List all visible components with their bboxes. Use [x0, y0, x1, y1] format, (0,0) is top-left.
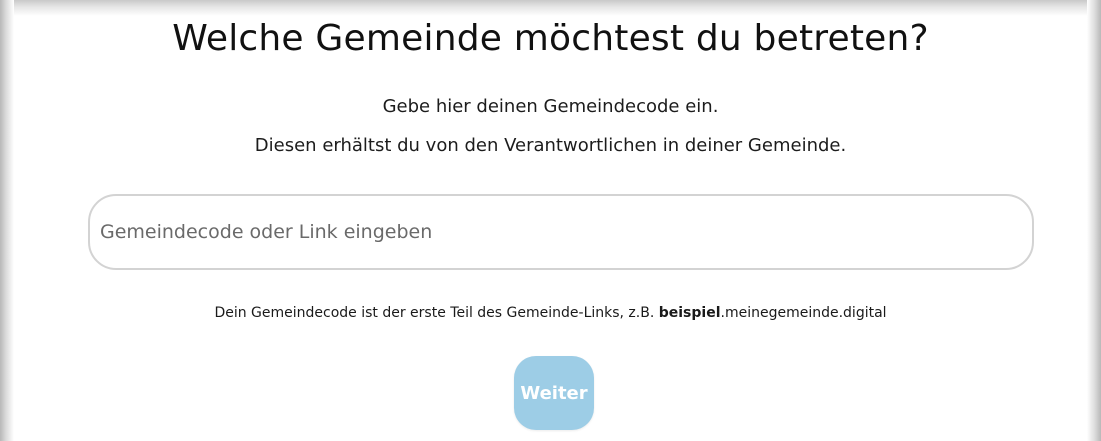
frame-shadow-top	[0, 0, 1101, 16]
code-hint-example-domain: .meinegemeinde.digital	[720, 305, 887, 321]
intro-line-2: Diesen erhältst du von den Verantwortlic…	[254, 135, 847, 156]
frame-shadow-right	[1087, 0, 1101, 441]
intro-line-1: Gebe hier deinen Gemeindecode ein.	[382, 96, 719, 117]
next-button[interactable]: Weiter	[514, 356, 594, 430]
frame-shadow-left	[0, 0, 14, 441]
code-hint-example-code: beispiel	[658, 305, 721, 321]
page-frame: Welche Gemeinde möchtest du betreten? Ge…	[0, 0, 1101, 441]
code-hint-text: Dein Gemeindecode ist der erste Teil des…	[214, 305, 659, 321]
code-hint: Dein Gemeindecode ist der erste Teil des…	[0, 305, 1101, 321]
community-code-field[interactable]	[88, 194, 1034, 270]
community-code-input[interactable]	[100, 196, 1020, 268]
page-title: Welche Gemeinde möchtest du betreten?	[172, 18, 929, 59]
